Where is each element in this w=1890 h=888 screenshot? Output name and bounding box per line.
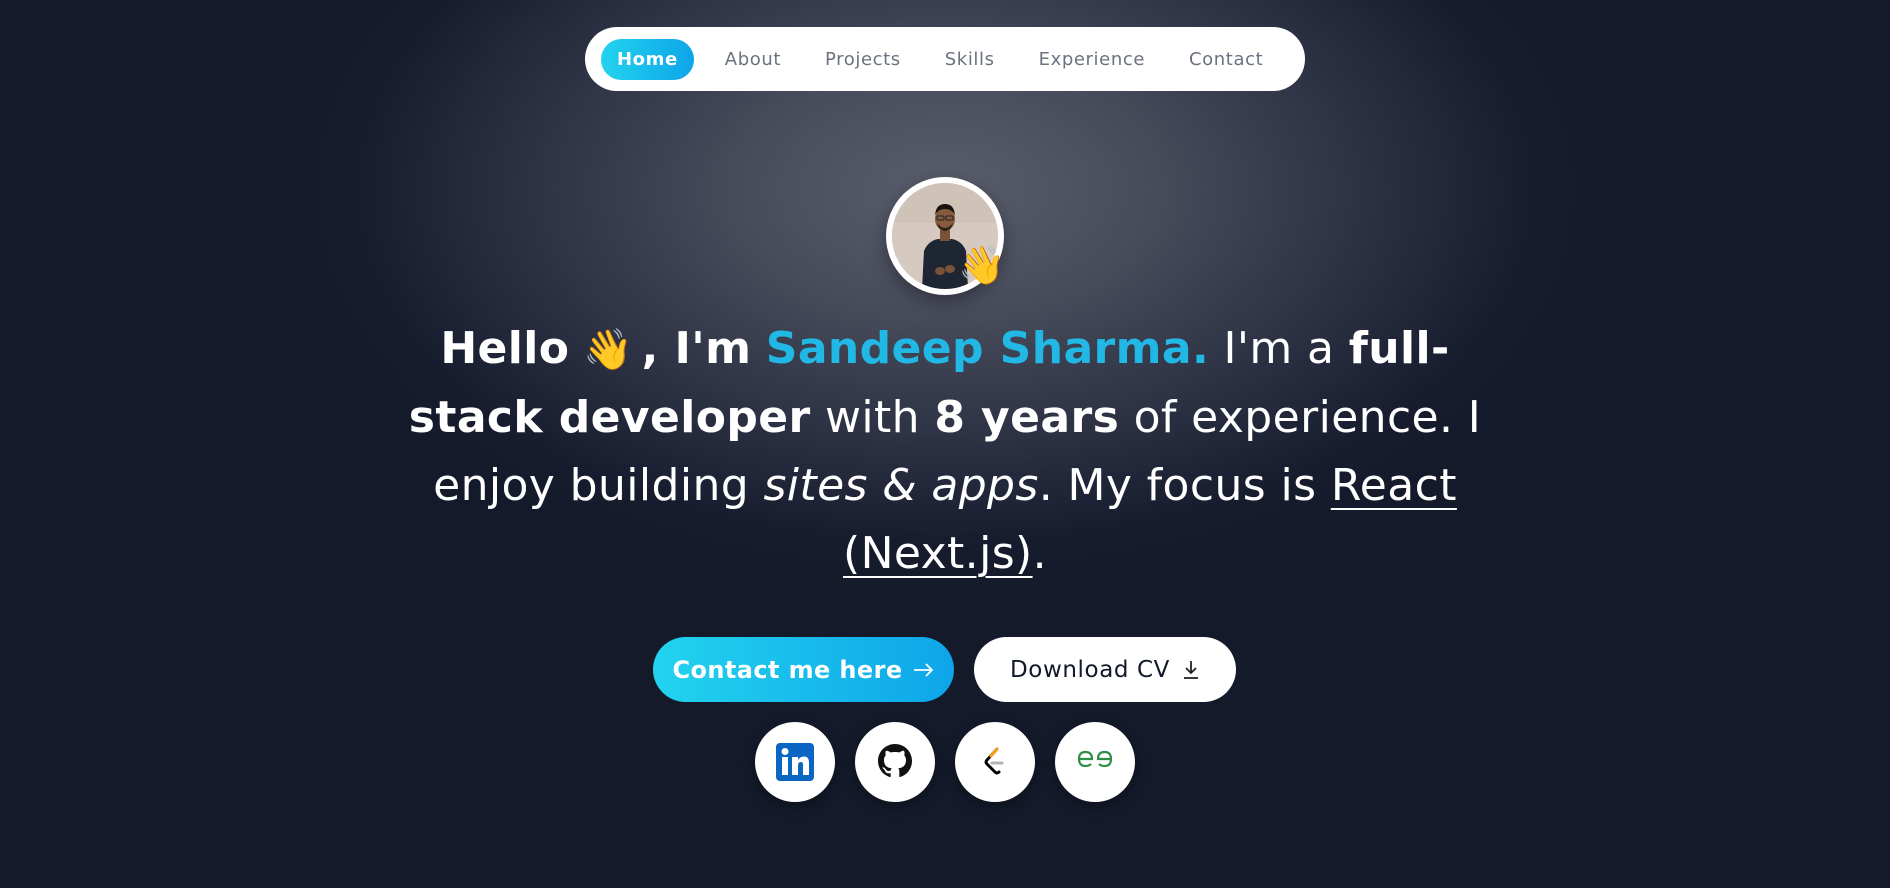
github-icon [876, 742, 914, 782]
contact-me-button[interactable]: Contact me here [653, 637, 954, 702]
download-icon [1182, 660, 1200, 680]
arrow-right-icon [913, 662, 935, 678]
geeksforgeeks-icon [1075, 748, 1115, 776]
hero-name: Sandeep Sharma. [765, 323, 1210, 374]
text-with: with [824, 392, 920, 443]
nav-item-home[interactable]: Home [601, 38, 694, 80]
waving-hand-icon: 👋 [583, 327, 634, 373]
nav-item-skills[interactable]: Skills [930, 39, 1010, 80]
github-link[interactable] [855, 722, 935, 802]
download-cv-label: Download CV [1009, 656, 1171, 683]
greeting-hello: Hello [440, 323, 570, 374]
hero-headline: Hello 👋, I'm Sandeep Sharma. I'm a full-s… [395, 315, 1495, 588]
waving-hand-icon: 👋 [958, 245, 1006, 287]
nav-item-experience[interactable]: Experience [1024, 39, 1160, 80]
linkedin-icon [776, 743, 814, 781]
greeting-im: , I'm [641, 323, 752, 374]
hero-years: 8 years [934, 392, 1120, 443]
hero-sites-apps: sites & apps [763, 460, 1039, 511]
leetcode-icon [980, 746, 1010, 778]
nav-bar: Home About Projects Skills Experience Co… [585, 27, 1305, 91]
leetcode-link[interactable] [955, 722, 1035, 802]
nav-item-contact[interactable]: Contact [1174, 39, 1278, 80]
nav-item-projects[interactable]: Projects [810, 39, 916, 80]
text-end: . [1032, 528, 1047, 579]
geeksforgeeks-link[interactable] [1055, 722, 1135, 802]
contact-me-label: Contact me here [672, 655, 903, 684]
text-im-a: I'm a [1223, 323, 1335, 374]
linkedin-link[interactable] [755, 722, 835, 802]
nav-item-about[interactable]: About [710, 39, 796, 80]
download-cv-button[interactable]: Download CV [974, 637, 1236, 702]
avatar: 👋 [886, 177, 1006, 295]
text-focus: . My focus is [1038, 460, 1317, 511]
